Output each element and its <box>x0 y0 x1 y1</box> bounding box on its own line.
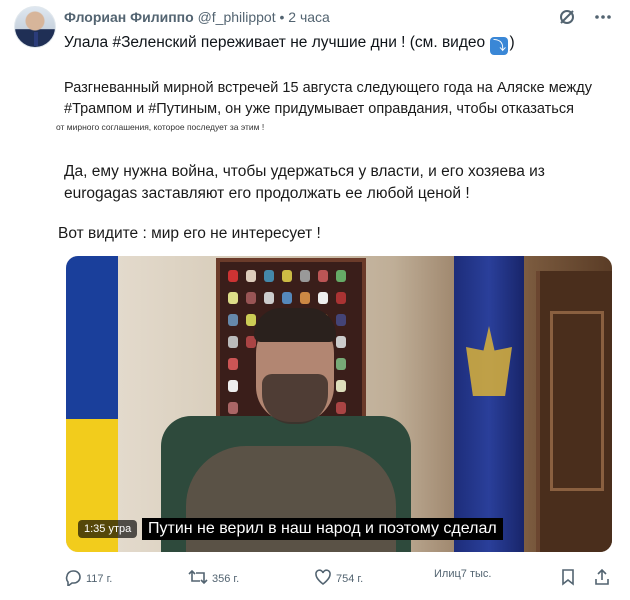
views-label: Илиц7 тыс. <box>434 568 492 580</box>
views-button[interactable]: Илиц7 тыс. <box>434 568 491 580</box>
arrow-down-emoji-icon: ⤵ <box>490 37 509 55</box>
share-button[interactable] <box>594 568 610 589</box>
reply-icon <box>64 568 82 589</box>
bookmark-button[interactable] <box>560 568 576 589</box>
repost-icon <box>188 568 208 589</box>
video-flag-right <box>454 256 524 552</box>
post-actions: 117 г. 356 г. 754 г. Илиц7 тыс. <box>64 568 614 588</box>
share-icon <box>594 568 610 589</box>
bookmark-icon <box>560 568 576 589</box>
post-time[interactable]: 2 часа <box>288 9 330 25</box>
more-icon[interactable] <box>594 8 612 29</box>
video-subtitle: Путин не верил в наш народ и поэтому сде… <box>142 518 503 540</box>
repost-count: 356 г. <box>212 572 240 585</box>
author-avatar[interactable] <box>14 6 56 48</box>
like-count: 754 г. <box>336 572 364 585</box>
avatar-tie <box>34 32 38 46</box>
post-paragraph-1-small: от мирного соглашения, которое последует… <box>56 122 265 132</box>
post-paragraph-3: Вот видите : мир его не интересует ! <box>58 225 321 242</box>
header-separator: • <box>279 9 285 25</box>
post-text-line1: Улала #Зеленский переживает не лучшие дн… <box>64 34 515 55</box>
post-paragraph-1: Разгневанный мирной встречей 15 августа … <box>64 80 592 117</box>
post-paragraph-2: Да, ему нужна война, чтобы удержаться у … <box>64 163 545 202</box>
video-door <box>536 271 612 552</box>
video-flag-left <box>66 256 118 552</box>
like-button[interactable]: 754 г. <box>314 568 363 589</box>
reply-count: 117 г. <box>86 572 113 585</box>
author-name[interactable]: Флориан Филиппо <box>64 9 194 25</box>
post-line1-close: ) <box>509 34 515 51</box>
video-door-panel <box>550 311 604 491</box>
post-top-icons <box>558 8 612 29</box>
video-player[interactable]: 1:35 утра Путин не верил в наш народ и п… <box>66 256 612 552</box>
author-handle[interactable]: @f_philippot <box>198 9 276 25</box>
heart-icon <box>314 568 332 589</box>
video-timestamp: 1:35 утра <box>78 520 138 538</box>
post-header: Флориан Филиппо @f_philippot • 2 часа <box>64 9 330 25</box>
repost-button[interactable]: 356 г. <box>188 568 239 589</box>
reply-button[interactable]: 117 г. <box>64 568 112 589</box>
video-person-hair <box>254 308 336 342</box>
post-line1-text: Улала #Зеленский переживает не лучшие дн… <box>64 34 486 51</box>
slash-circle-icon[interactable] <box>558 8 576 29</box>
